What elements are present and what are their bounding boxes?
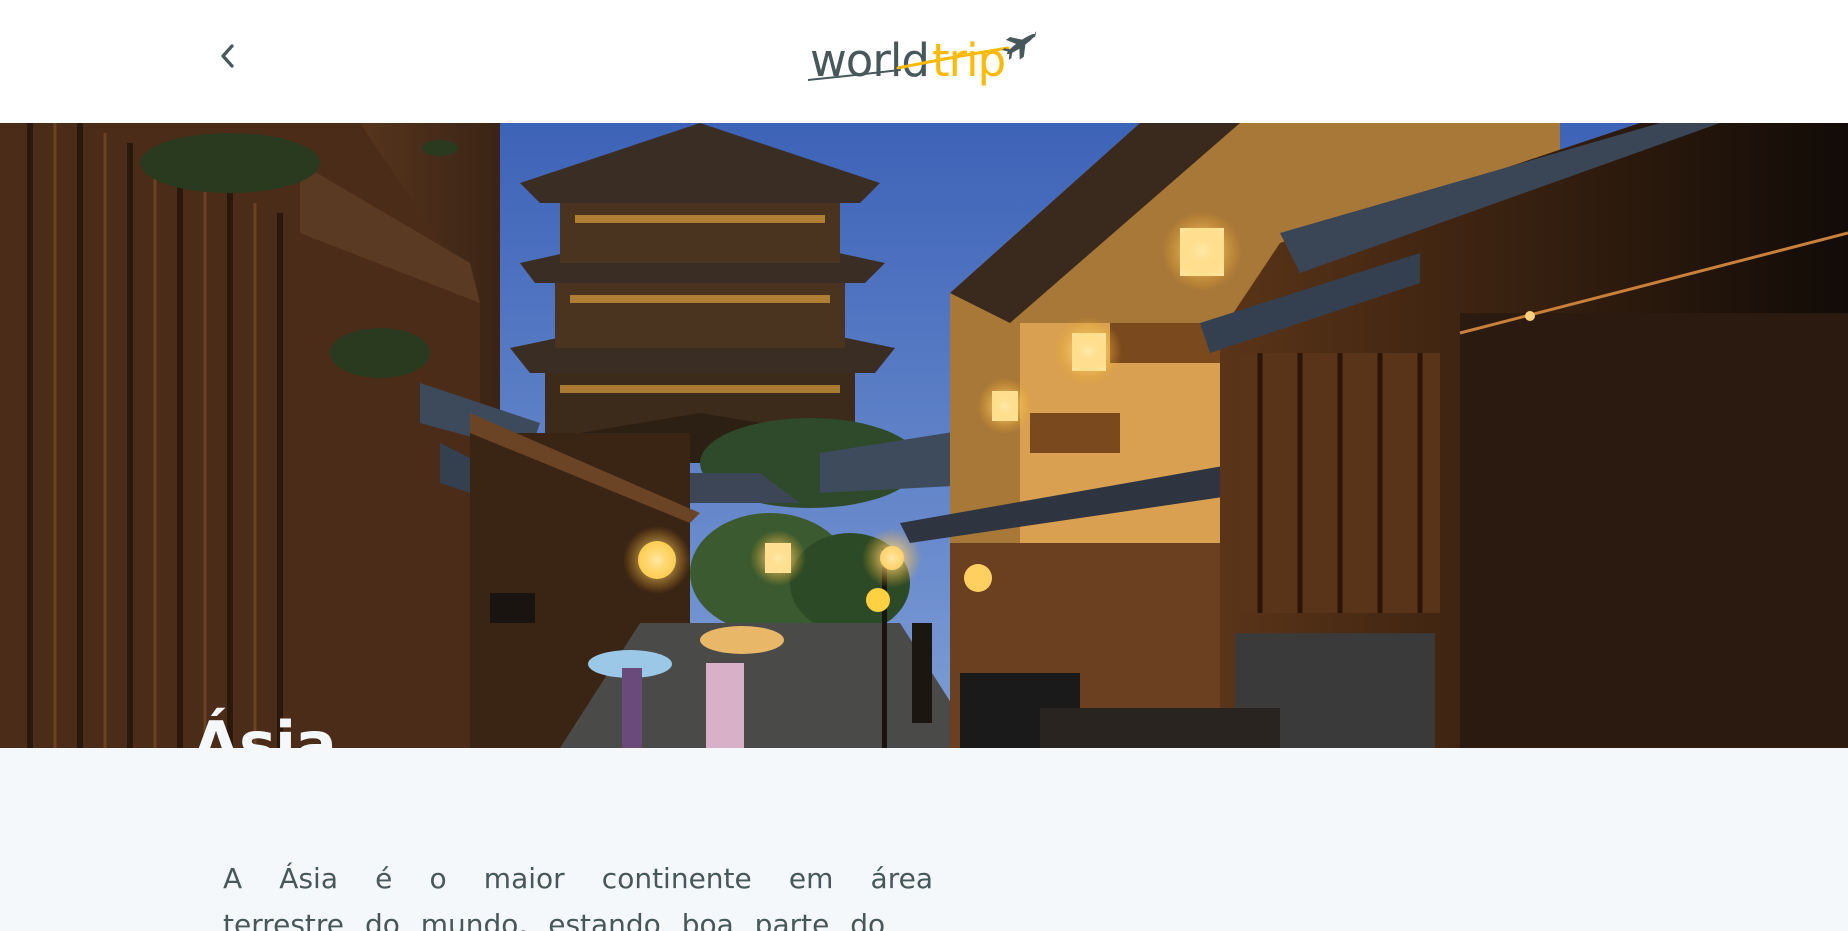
page: world trip Ásia A Ásia é o maior contine… xyxy=(0,0,1848,931)
airplane-icon xyxy=(808,30,1037,81)
hero-image-kyoto-street xyxy=(0,123,1848,748)
chevron-left-icon xyxy=(221,44,234,68)
hero-banner: Ásia xyxy=(0,123,1848,748)
worldtrip-logo[interactable]: world trip xyxy=(808,26,1044,92)
content-section: A Ásia é o maior continente em área terr… xyxy=(0,748,1848,931)
hero-title: Ásia xyxy=(192,708,337,748)
header: world trip xyxy=(0,0,1848,123)
continent-description: A Ásia é o maior continente em área terr… xyxy=(223,862,933,931)
back-button[interactable] xyxy=(210,38,246,74)
